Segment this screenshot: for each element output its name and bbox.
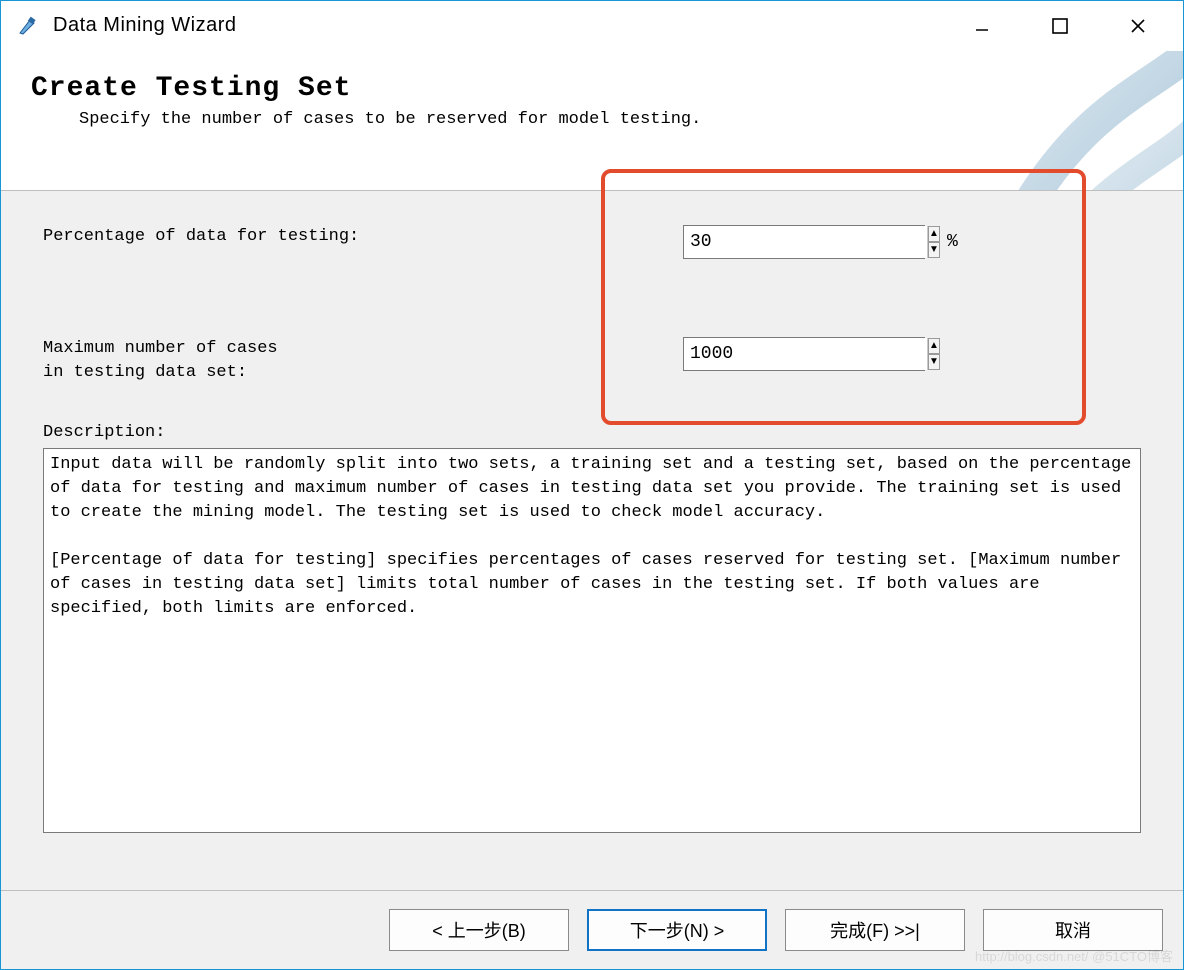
percentage-unit: % bbox=[947, 232, 958, 252]
percentage-input[interactable] bbox=[684, 226, 927, 258]
wizard-body: Create Testing Set Specify the number of… bbox=[1, 51, 1183, 969]
maxcases-input[interactable] bbox=[684, 338, 927, 370]
description-text-p1: Input data will be randomly split into t… bbox=[50, 453, 1134, 525]
close-button[interactable] bbox=[1113, 6, 1163, 46]
maxcases-control: ▲ ▼ bbox=[683, 337, 925, 371]
page-title: Create Testing Set bbox=[31, 73, 1183, 104]
app-icon bbox=[15, 14, 39, 38]
maxcases-label: Maximum number of cases in testing data … bbox=[43, 337, 683, 385]
percentage-label: Percentage of data for testing: bbox=[43, 225, 683, 249]
wizard-window: Data Mining Wizard Create Testing Set Sp… bbox=[0, 0, 1184, 970]
maxcases-spinner[interactable]: ▲ ▼ bbox=[683, 337, 925, 371]
titlebar: Data Mining Wizard bbox=[1, 1, 1183, 51]
cancel-button[interactable]: 取消 bbox=[983, 909, 1163, 951]
minimize-button[interactable] bbox=[957, 6, 1007, 46]
description-box[interactable]: Input data will be randomly split into t… bbox=[43, 448, 1141, 833]
percentage-spinner[interactable]: ▲ ▼ bbox=[683, 225, 925, 259]
percentage-row: Percentage of data for testing: ▲ ▼ % bbox=[43, 225, 1141, 259]
finish-button[interactable]: 完成(F) >>| bbox=[785, 909, 965, 951]
description-text-p2: [Percentage of data for testing] specifi… bbox=[50, 549, 1134, 621]
annotation-highlight bbox=[601, 169, 1086, 425]
next-button[interactable]: 下一步(N) > bbox=[587, 909, 767, 951]
maxcases-spin-down[interactable]: ▼ bbox=[928, 354, 940, 370]
page-subtitle: Specify the number of cases to be reserv… bbox=[79, 110, 1183, 129]
percentage-spin-down[interactable]: ▼ bbox=[928, 242, 940, 258]
percentage-control: ▲ ▼ % bbox=[683, 225, 958, 259]
maximize-button[interactable] bbox=[1035, 6, 1085, 46]
percentage-spin-up[interactable]: ▲ bbox=[928, 226, 940, 242]
maxcases-row: Maximum number of cases in testing data … bbox=[43, 337, 1141, 385]
percentage-spin-buttons: ▲ ▼ bbox=[927, 226, 940, 258]
window-title: Data Mining Wizard bbox=[53, 14, 237, 37]
footer: < 上一步(B) 下一步(N) > 完成(F) >>| 取消 bbox=[1, 891, 1183, 969]
maxcases-spin-up[interactable]: ▲ bbox=[928, 338, 940, 354]
description-label: Description: bbox=[43, 423, 1141, 442]
content-pane: Percentage of data for testing: ▲ ▼ % Ma… bbox=[1, 191, 1183, 891]
header-pane: Create Testing Set Specify the number of… bbox=[1, 51, 1183, 191]
back-button[interactable]: < 上一步(B) bbox=[389, 909, 569, 951]
maxcases-spin-buttons: ▲ ▼ bbox=[927, 338, 940, 370]
window-buttons bbox=[957, 6, 1175, 46]
